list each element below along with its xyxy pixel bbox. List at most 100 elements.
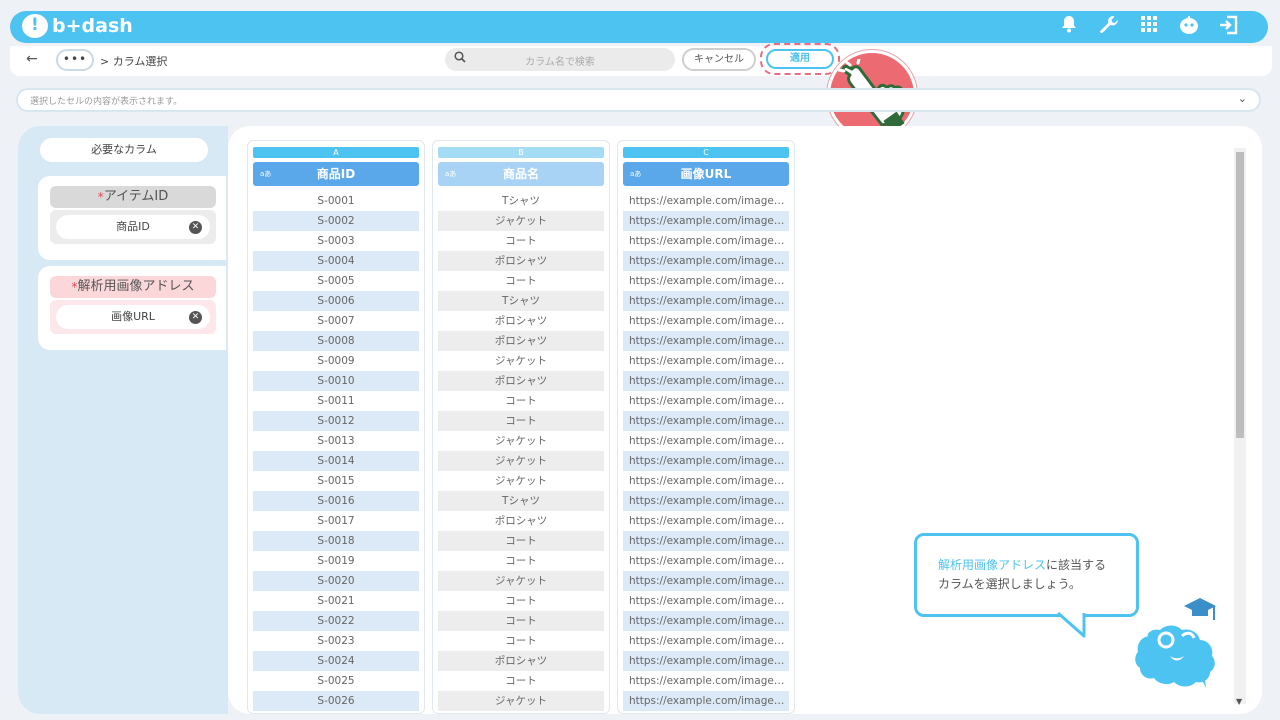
table-cell[interactable]: ポロシャツ	[438, 651, 604, 671]
table-cell[interactable]: https://example.com/images/S-...	[623, 531, 789, 551]
drop-zone[interactable]: 画像URL ✕	[50, 300, 216, 334]
table-cell[interactable]: S-0003	[253, 231, 419, 251]
table-cell[interactable]: コート	[438, 551, 604, 571]
column-search-input[interactable]: カラム名で検索	[445, 48, 675, 71]
more-button[interactable]: •••	[56, 49, 94, 71]
logout-icon[interactable]	[1218, 15, 1240, 39]
table-cell[interactable]: https://example.com/images/S-...	[623, 311, 789, 331]
table-cell[interactable]: https://example.com/images/S-...	[623, 591, 789, 611]
table-cell[interactable]: Tシャツ	[438, 291, 604, 311]
table-cell[interactable]: S-0011	[253, 391, 419, 411]
table-cell[interactable]: ジャケット	[438, 471, 604, 491]
table-cell[interactable]: ポロシャツ	[438, 251, 604, 271]
scroll-down-icon[interactable]: ▼	[1236, 697, 1242, 706]
table-cell[interactable]: https://example.com/images/S-...	[623, 511, 789, 531]
table-cell[interactable]: S-0017	[253, 511, 419, 531]
table-cell[interactable]: https://example.com/images/S-...	[623, 271, 789, 291]
table-cell[interactable]: S-0009	[253, 351, 419, 371]
scrollbar-thumb[interactable]	[1236, 152, 1244, 438]
table-cell[interactable]: Tシャツ	[438, 491, 604, 511]
table-cell[interactable]: S-0015	[253, 471, 419, 491]
table-cell[interactable]: ジャケット	[438, 351, 604, 371]
robot-icon[interactable]	[1178, 15, 1200, 39]
table-cell[interactable]: https://example.com/images/S-...	[623, 251, 789, 271]
table-cell[interactable]: https://example.com/images/S-...	[623, 691, 789, 711]
table-cell[interactable]: S-0025	[253, 671, 419, 691]
selected-column-chip[interactable]: 商品ID ✕	[56, 215, 210, 239]
table-cell[interactable]: コート	[438, 411, 604, 431]
table-cell[interactable]: S-0020	[253, 571, 419, 591]
table-cell[interactable]: S-0001	[253, 191, 419, 211]
cancel-button[interactable]: キャンセル	[682, 48, 756, 71]
table-cell[interactable]: S-0018	[253, 531, 419, 551]
table-cell[interactable]: https://example.com/images/S-...	[623, 431, 789, 451]
selected-column-chip[interactable]: 画像URL ✕	[56, 305, 210, 329]
table-cell[interactable]: コート	[438, 531, 604, 551]
table-cell[interactable]: S-0019	[253, 551, 419, 571]
remove-chip-icon[interactable]: ✕	[189, 311, 202, 324]
table-cell[interactable]: S-0010	[253, 371, 419, 391]
column-header[interactable]: aあ 画像URL	[623, 162, 789, 186]
table-cell[interactable]: コート	[438, 391, 604, 411]
required-card-image-address[interactable]: *解析用画像アドレス 画像URL ✕	[38, 266, 226, 350]
table-cell[interactable]: S-0008	[253, 331, 419, 351]
logo[interactable]: b+dash	[22, 14, 133, 38]
table-cell[interactable]: https://example.com/images/S-...	[623, 551, 789, 571]
table-cell[interactable]: https://example.com/images/S-...	[623, 351, 789, 371]
table-cell[interactable]: S-0005	[253, 271, 419, 291]
column-b[interactable]: B aあ 商品名 Tシャツ ジャケット コート ポロシャツ コート Tシャツ ポロシャツ ポロ…	[432, 140, 610, 714]
table-cell[interactable]: S-0004	[253, 251, 419, 271]
table-cell[interactable]: S-0023	[253, 631, 419, 651]
table-cell[interactable]: ジャケット	[438, 431, 604, 451]
column-a[interactable]: A aあ 商品ID S-0001 S-0002 S-0003 S-0004 S-0005…	[247, 140, 425, 714]
column-c[interactable]: C aあ 画像URL https://example.com/images/S-…	[617, 140, 795, 714]
table-cell[interactable]: https://example.com/images/S-...	[623, 411, 789, 431]
table-cell[interactable]: ジャケット	[438, 691, 604, 711]
table-cell[interactable]: S-0022	[253, 611, 419, 631]
table-cell[interactable]: コート	[438, 631, 604, 651]
drop-zone[interactable]: 商品ID ✕	[50, 210, 216, 244]
vertical-scrollbar[interactable]: ▼	[1234, 148, 1246, 706]
table-cell[interactable]: https://example.com/images/S-...	[623, 491, 789, 511]
table-cell[interactable]: コート	[438, 271, 604, 291]
chevron-down-icon[interactable]: ⌄	[1238, 92, 1247, 105]
table-cell[interactable]: S-0013	[253, 431, 419, 451]
table-cell[interactable]: ジャケット	[438, 451, 604, 471]
table-cell[interactable]: コート	[438, 671, 604, 691]
table-cell[interactable]: https://example.com/images/S-...	[623, 391, 789, 411]
table-cell[interactable]: https://example.com/images/S-...	[623, 291, 789, 311]
bell-icon[interactable]	[1058, 15, 1080, 39]
required-card-item-id[interactable]: *アイテムID 商品ID ✕	[38, 176, 226, 260]
table-cell[interactable]: S-0016	[253, 491, 419, 511]
table-cell[interactable]: https://example.com/images/S-...	[623, 211, 789, 231]
table-cell[interactable]: S-0006	[253, 291, 419, 311]
table-cell[interactable]: S-0012	[253, 411, 419, 431]
table-cell[interactable]: https://example.com/images/S-...	[623, 371, 789, 391]
table-cell[interactable]: S-0002	[253, 211, 419, 231]
table-cell[interactable]: S-0026	[253, 691, 419, 711]
table-cell[interactable]: ポロシャツ	[438, 311, 604, 331]
back-arrow-icon[interactable]: ←	[26, 51, 38, 67]
table-cell[interactable]: https://example.com/images/S-...	[623, 651, 789, 671]
table-cell[interactable]: ポロシャツ	[438, 331, 604, 351]
column-header[interactable]: aあ 商品名	[438, 162, 604, 186]
table-cell[interactable]: S-0014	[253, 451, 419, 471]
table-cell[interactable]: https://example.com/images/S-...	[623, 331, 789, 351]
table-cell[interactable]: S-0024	[253, 651, 419, 671]
table-cell[interactable]: https://example.com/images/S-...	[623, 191, 789, 211]
table-cell[interactable]: https://example.com/images/S-...	[623, 571, 789, 591]
table-cell[interactable]: コート	[438, 591, 604, 611]
table-cell[interactable]: ジャケット	[438, 571, 604, 591]
table-cell[interactable]: Tシャツ	[438, 191, 604, 211]
table-cell[interactable]: https://example.com/images/S-...	[623, 671, 789, 691]
table-cell[interactable]: ポロシャツ	[438, 371, 604, 391]
table-cell[interactable]: https://example.com/images/S-...	[623, 631, 789, 651]
table-cell[interactable]: https://example.com/images/S-...	[623, 611, 789, 631]
cell-content-bar[interactable]: 選択したセルの内容が表示されます。 ⌄	[16, 88, 1261, 112]
grid-icon[interactable]	[1138, 15, 1160, 39]
table-cell[interactable]: https://example.com/images/S-...	[623, 471, 789, 491]
column-header[interactable]: aあ 商品ID	[253, 162, 419, 186]
table-cell[interactable]: コート	[438, 611, 604, 631]
apply-button[interactable]: 適用	[766, 49, 834, 69]
table-cell[interactable]: https://example.com/images/S-...	[623, 231, 789, 251]
